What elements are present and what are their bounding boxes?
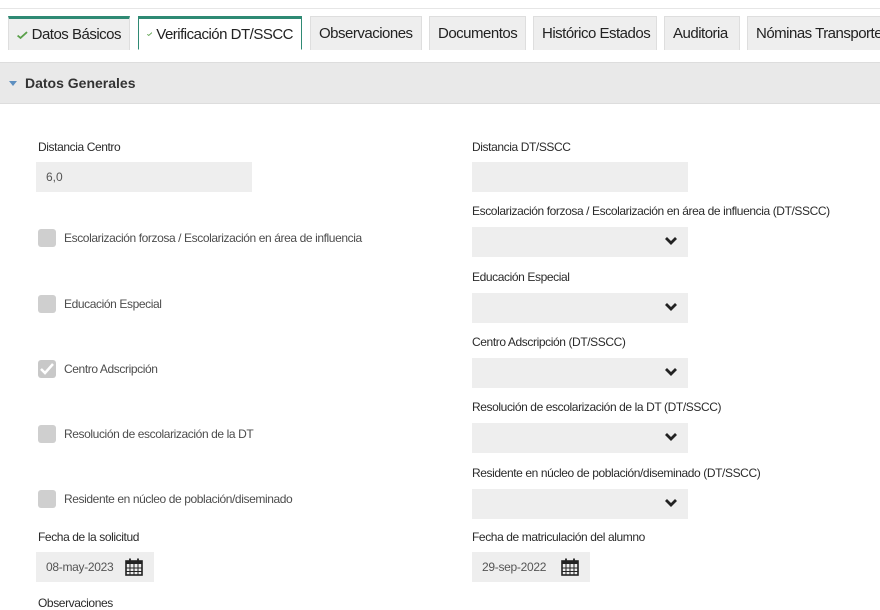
tab-label: Nóminas Transporte (756, 25, 880, 42)
checkbox-resolucion-escolarizacion[interactable]: Resolución de escolarización de la DT (38, 425, 254, 443)
checkbox-label: Resolución de escolarización de la DT (64, 427, 254, 441)
chevron-down-icon (665, 433, 677, 441)
tab-bar-rule (0, 8, 880, 9)
tab-label: Datos Básicos (31, 26, 122, 43)
select-label: Escolarización forzosa / Escolarización … (472, 204, 830, 218)
educacion-especial-select[interactable] (472, 293, 688, 323)
distancia-centro-input[interactable] (36, 162, 252, 192)
tab-label: Observaciones (319, 25, 413, 42)
checkbox-label: Escolarización forzosa / Escolarización … (64, 231, 362, 245)
fecha-solicitud-value: 08-may-2023 (46, 560, 114, 574)
tab-bar: Datos Básicos Verificación DT/SSCC Obser… (0, 0, 880, 56)
tab-observaciones[interactable]: Observaciones (310, 16, 422, 50)
checkbox-label: Residente en núcleo de población/disemin… (64, 492, 293, 506)
tab-label: Auditoria (673, 25, 728, 42)
centro-adscripcion-select[interactable] (472, 358, 688, 388)
check-icon (147, 32, 153, 37)
chevron-down-icon (665, 499, 677, 507)
checkbox-box (38, 490, 56, 508)
checkbox-label: Centro Adscripción (64, 362, 158, 376)
select-label: Centro Adscripción (DT/SSCC) (472, 335, 626, 349)
checkbox-box (38, 295, 56, 313)
distancia-dt-input[interactable] (472, 162, 688, 192)
fecha-matriculacion-value: 29-sep-2022 (482, 560, 547, 574)
checkbox-box (38, 425, 56, 443)
checkbox-centro-adscripcion[interactable]: Centro Adscripción (38, 360, 158, 378)
checkbox-educacion-especial[interactable]: Educación Especial (38, 295, 162, 313)
checkbox-box (38, 229, 56, 247)
tab-datos-basicos[interactable]: Datos Básicos (8, 16, 130, 50)
tab-auditoria[interactable]: Auditoria (664, 16, 740, 50)
tab-documentos[interactable]: Documentos (429, 16, 526, 50)
select-label: Educación Especial (472, 270, 570, 284)
resolucion-escolarizacion-select[interactable] (472, 423, 688, 453)
escolarizacion-forzosa-select[interactable] (472, 227, 688, 257)
caret-down-icon (9, 80, 17, 86)
residente-nucleo-select[interactable] (472, 489, 688, 519)
tab-nominas-transporte[interactable]: Nóminas Transporte (747, 16, 880, 50)
calendar-icon[interactable] (560, 557, 580, 577)
chevron-down-icon (665, 237, 677, 245)
checkmark-icon (40, 363, 54, 375)
tab-label: Documentos (438, 25, 518, 42)
checkbox-residente-nucleo[interactable]: Residente en núcleo de población/disemin… (38, 490, 293, 508)
fecha-solicitud-label: Fecha de la solicitud (38, 530, 139, 544)
fecha-solicitud-field[interactable]: 08-may-2023 (36, 552, 154, 582)
select-label: Residente en núcleo de población/disemin… (472, 466, 761, 480)
checkbox-escolarizacion-forzosa[interactable]: Escolarización forzosa / Escolarización … (38, 229, 362, 247)
distancia-dt-label: Distancia DT/SSCC (472, 140, 571, 154)
check-icon (17, 30, 28, 39)
checkbox-label: Educación Especial (64, 297, 162, 311)
section-title: Datos Generales (25, 75, 136, 91)
fecha-matriculacion-field[interactable]: 29-sep-2022 (472, 552, 590, 582)
section-header-datos-generales[interactable]: Datos Generales (0, 62, 880, 104)
tab-label: Verificación DT/SSCC (156, 25, 293, 43)
fecha-matriculacion-label: Fecha de matriculación del alumno (472, 530, 645, 544)
chevron-down-icon (665, 368, 677, 376)
tab-historico-estados[interactable]: Histórico Estados (533, 16, 657, 50)
select-label: Resolución de escolarización de la DT (D… (472, 400, 722, 414)
tab-verificacion[interactable]: Verificación DT/SSCC (138, 16, 302, 50)
chevron-down-icon (665, 303, 677, 311)
calendar-icon[interactable] (124, 557, 144, 577)
checkbox-box (38, 360, 56, 378)
distancia-centro-label: Distancia Centro (38, 140, 121, 154)
tab-label: Histórico Estados (542, 25, 651, 42)
